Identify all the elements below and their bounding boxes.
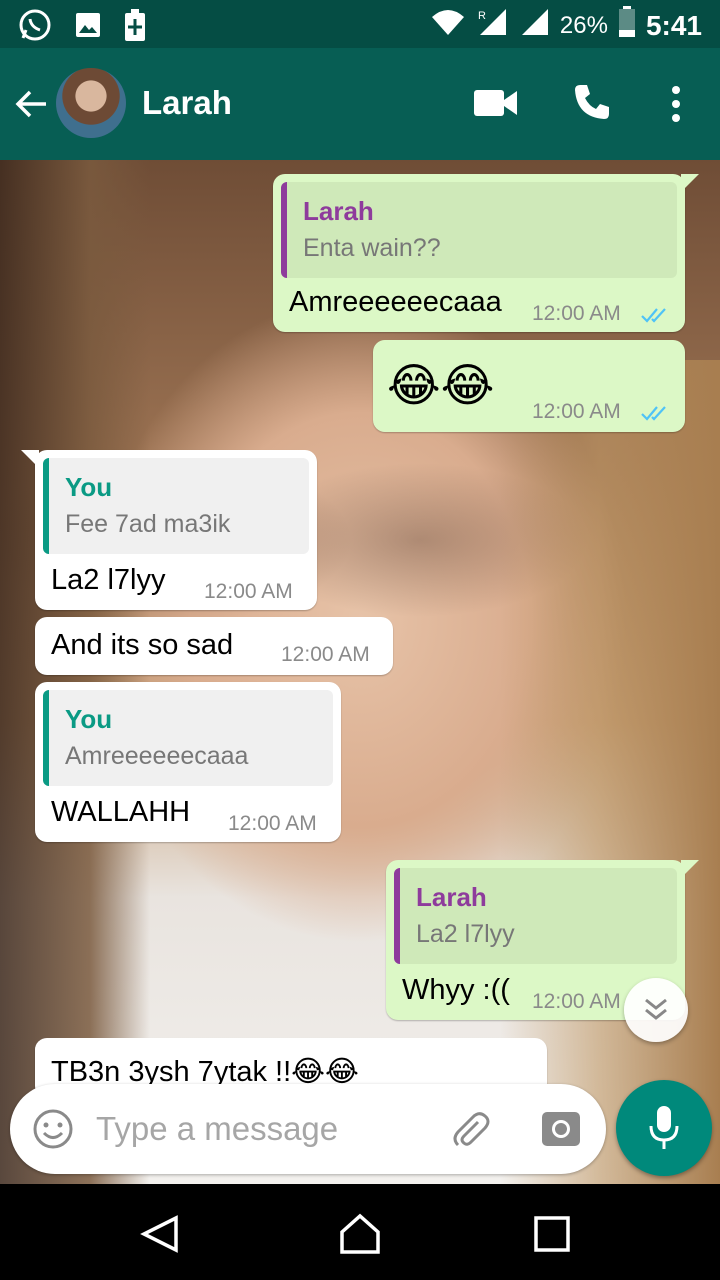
attach-icon[interactable]: [448, 1108, 492, 1152]
system-nav-bar: [0, 1184, 720, 1280]
battery-percent: 26%: [559, 11, 608, 39]
voice-record-button[interactable]: [616, 1080, 712, 1176]
quoted-message[interactable]: Larah La2 l7lyy: [394, 868, 677, 964]
emoji-icon[interactable]: [32, 1108, 74, 1150]
message-compose-bar: [10, 1084, 606, 1174]
quoted-text: La2 l7lyy: [416, 920, 515, 948]
quoted-sender: You: [65, 472, 113, 502]
double-chevron-down-icon: [642, 994, 670, 1031]
message-time: 12:00 AM: [281, 643, 370, 666]
back-arrow-icon[interactable]: [14, 86, 50, 122]
avatar[interactable]: [56, 68, 126, 138]
message-bubble-incoming[interactable]: You Amreeeeeecaaa WALLAHH 12:00 AM: [35, 682, 341, 842]
message-time: 12:00 AM: [532, 990, 621, 1013]
video-call-icon[interactable]: [474, 88, 518, 118]
contact-name[interactable]: Larah: [142, 84, 232, 122]
gallery-icon: [74, 11, 102, 44]
quoted-sender: You: [65, 704, 113, 734]
nav-home-icon[interactable]: [338, 1212, 382, 1256]
message-time: 12:00 AM: [532, 400, 621, 423]
quoted-message[interactable]: You Amreeeeeecaaa: [43, 690, 333, 786]
quoted-text: Amreeeeeecaaa: [65, 742, 249, 770]
quoted-message[interactable]: You Fee 7ad ma3ik: [43, 458, 309, 554]
nav-back-icon[interactable]: [140, 1214, 180, 1254]
wifi-icon: [430, 7, 466, 44]
mic-icon: [648, 1106, 680, 1155]
status-bar: R 26% 5:41: [0, 0, 720, 48]
svg-text:R: R: [478, 10, 486, 22]
read-ticks-icon: [641, 306, 671, 324]
chat-header: Larah: [0, 48, 720, 160]
quoted-message[interactable]: Larah Enta wain??: [281, 182, 677, 278]
message-text: Whyy :((: [402, 974, 510, 1006]
quoted-sender: Larah: [303, 196, 374, 226]
battery-saver-icon: [124, 9, 146, 46]
message-text: And its so sad: [51, 629, 234, 661]
battery-icon: [618, 6, 636, 45]
chat-area[interactable]: Larah Enta wain?? Amreeeeeecaaa 12:00 AM…: [0, 160, 720, 1184]
scroll-to-bottom-button[interactable]: [624, 978, 688, 1042]
camera-icon[interactable]: [540, 1108, 582, 1150]
message-text: Amreeeeeecaaa: [289, 286, 502, 318]
message-time: 12:00 AM: [532, 302, 621, 325]
phone-icon[interactable]: [572, 82, 612, 122]
quoted-text: Fee 7ad ma3ik: [65, 510, 231, 538]
more-vert-icon[interactable]: [666, 84, 686, 124]
clock: 5:41: [645, 9, 702, 41]
message-time: 12:00 AM: [204, 580, 293, 603]
nav-recent-icon[interactable]: [534, 1216, 570, 1252]
message-bubble-outgoing[interactable]: 😂😂 12:00 AM: [373, 340, 685, 432]
message-bubble-incoming[interactable]: You Fee 7ad ma3ik La2 l7lyy 12:00 AM: [21, 450, 317, 610]
message-input[interactable]: [96, 1106, 416, 1152]
quoted-text: Enta wain??: [303, 234, 441, 262]
signal-icon: R: [476, 7, 508, 44]
message-text: WALLAHH: [51, 796, 191, 828]
quoted-sender: Larah: [416, 882, 487, 912]
message-text: La2 l7lyy: [51, 564, 166, 596]
read-ticks-icon: [641, 404, 671, 422]
whatsapp-icon: [18, 8, 52, 47]
message-bubble-outgoing[interactable]: Larah Enta wain?? Amreeeeeecaaa 12:00 AM: [273, 174, 699, 332]
message-bubble-incoming[interactable]: And its so sad 12:00 AM: [35, 617, 393, 675]
message-text: 😂😂: [387, 359, 495, 411]
message-time: 12:00 AM: [228, 812, 317, 835]
signal-icon: [518, 7, 550, 44]
